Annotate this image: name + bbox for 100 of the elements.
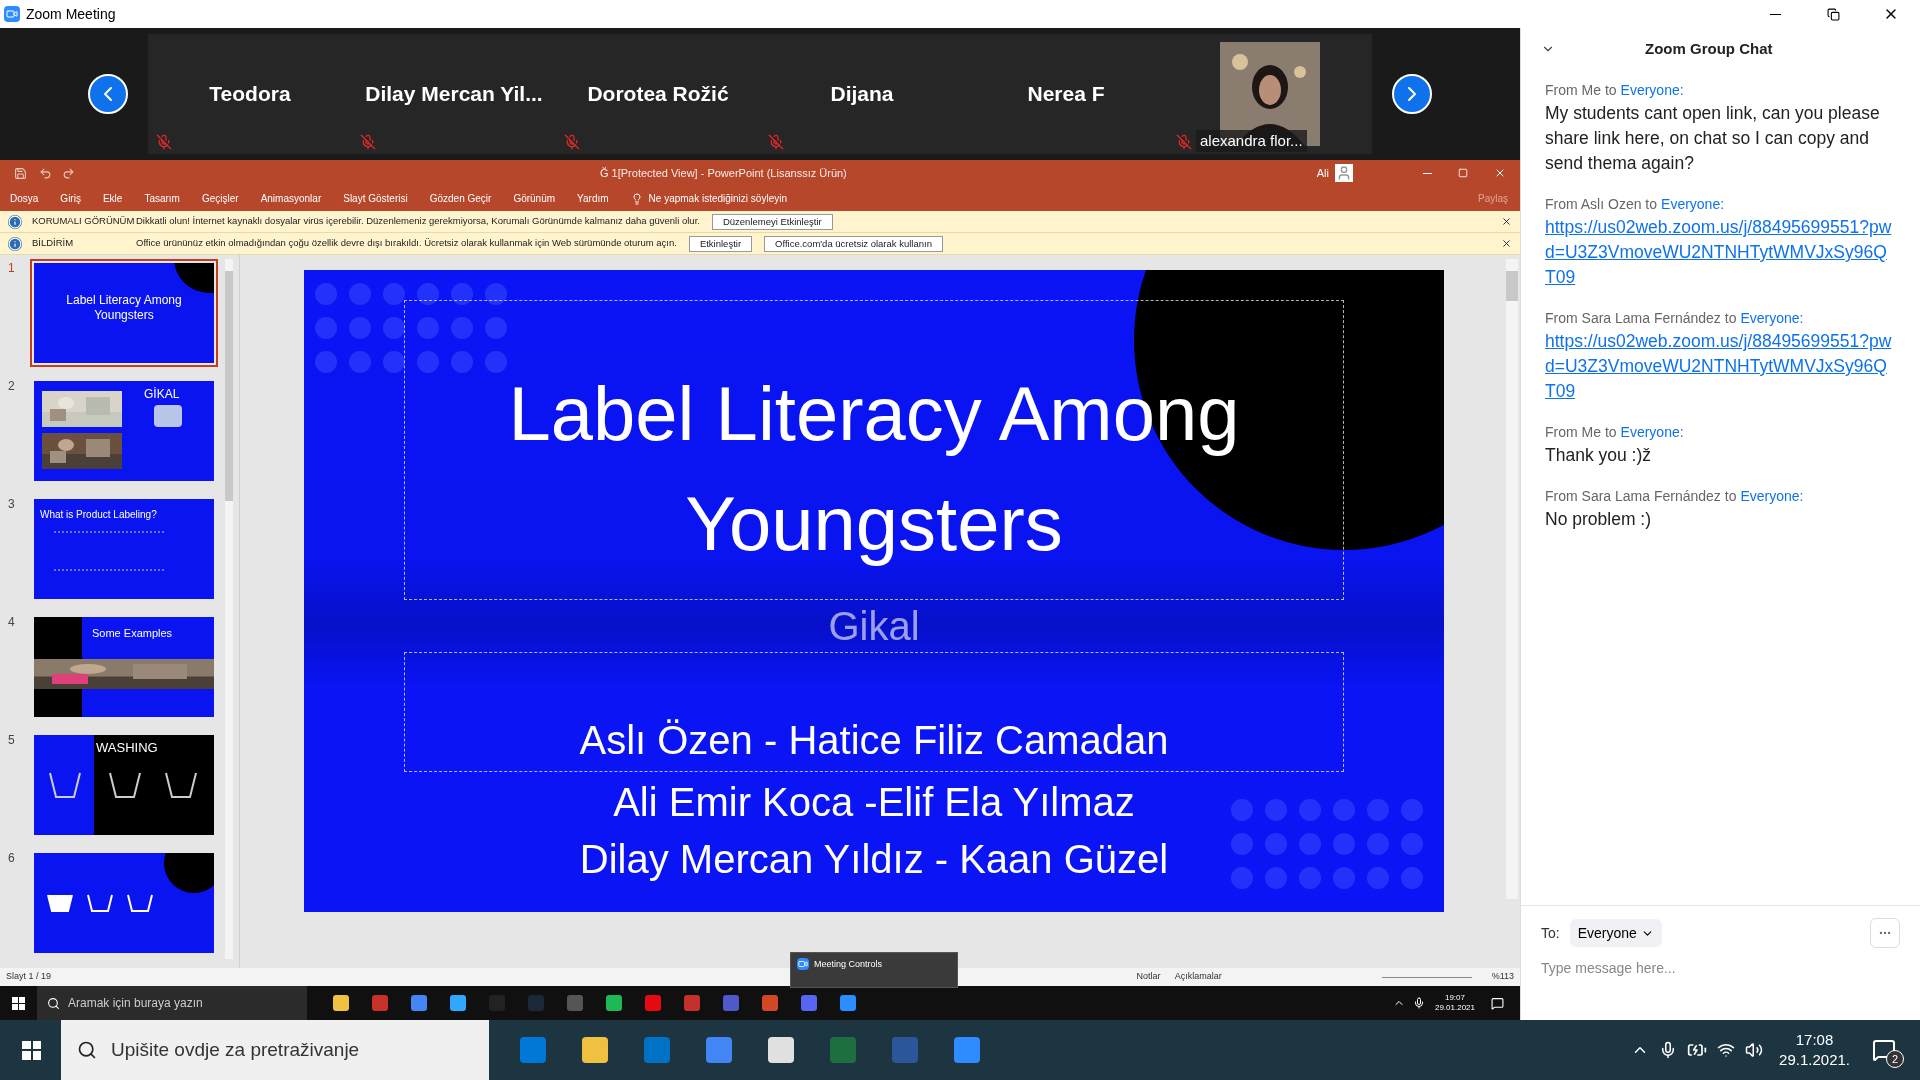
camera-icon	[797, 958, 809, 970]
info-icon	[8, 236, 22, 251]
message-sender: From Me to	[1545, 81, 1617, 100]
search-field[interactable]: Aramak için buraya yazın	[37, 986, 307, 1020]
message-text: No problem :)	[1545, 508, 1652, 531]
message-sender: From Sara Lama Fernández to	[1545, 309, 1737, 328]
restore-icon	[1826, 7, 1840, 21]
volume-icon[interactable]	[1745, 1041, 1764, 1059]
message-recipient: Everyone:	[1620, 81, 1684, 100]
menu-tab[interactable]: Yardım	[577, 191, 609, 206]
participant-name: Nerea F	[1027, 81, 1105, 108]
app-icon	[4, 6, 20, 22]
notes-button[interactable]: Notlar	[1136, 970, 1161, 984]
notice-label: BİLDİRİM	[32, 236, 75, 251]
popup-title: Meeting Controls	[814, 958, 883, 971]
message-recipient: Everyone:	[1620, 423, 1684, 442]
message-recipient: Everyone:	[1740, 309, 1804, 328]
notice-button[interactable]: Düzenlemeyi Etkinleştir	[711, 213, 833, 230]
search-placeholder: Aramak için buraya yazın	[68, 995, 203, 1012]
message-recipient: Everyone:	[1740, 487, 1804, 506]
notice-message: Office ürününüz etkin olmadığından çoğu özellik devre dışı bırakıldı. Ücretsiz olarak kullanmak için Web sürümünde oturum açın.	[136, 236, 677, 251]
slide-number: 4	[8, 614, 16, 631]
slide-subtitle: Gikal	[828, 604, 920, 648]
author-line: Ali Emir Koca -Elif Ela Yılmaz	[613, 779, 1135, 826]
undo-icon[interactable]	[39, 166, 52, 180]
to-label: To:	[1541, 923, 1560, 943]
save-icon[interactable]	[14, 166, 27, 180]
participant-tile[interactable]: Dilay Mercan Yil...	[352, 34, 556, 154]
logo-icon	[154, 405, 182, 427]
windows-icon[interactable]	[22, 1040, 41, 1060]
menu-tab[interactable]: Animasyonlar	[260, 191, 322, 206]
scrollbar[interactable]	[1506, 259, 1518, 899]
participant-tile[interactable]: Nerea F	[964, 34, 1168, 154]
participant-tile[interactable]: alexandra flor...	[1168, 34, 1372, 154]
menu-tab[interactable]: Ekle	[102, 191, 123, 206]
menu-tab[interactable]: Tasarım	[144, 191, 180, 206]
minimize-icon[interactable]	[1423, 172, 1432, 174]
thumbnail-title: What is Product Labeling?	[40, 508, 157, 522]
participant-tile[interactable]: Dijana	[760, 34, 964, 154]
wifi-icon[interactable]	[1717, 1041, 1736, 1059]
notice-button[interactable]: Etkinleştir	[688, 235, 753, 252]
clock-time: 19:07	[1444, 993, 1465, 1003]
participant-name: Teodora	[209, 81, 291, 108]
author-line: Dilay Mercan Yıldız - Kaan Güzel	[579, 836, 1169, 883]
window-title: Zoom Meeting	[26, 4, 116, 24]
microphone-icon[interactable]	[1412, 997, 1425, 1009]
close-icon[interactable]	[1501, 216, 1512, 227]
message-sender: From Sara Lama Fernández to	[1545, 487, 1737, 506]
windows-icon[interactable]	[12, 996, 25, 1010]
menu-tab[interactable]: Dosya	[10, 191, 39, 206]
search-placeholder: Upišite ovdje za pretraživanje	[111, 1037, 360, 1062]
menu-tab[interactable]: Görünüm	[513, 191, 556, 206]
notice-message: Dikkatli olun! İnternet kaynaklı dosyalar virüs içerebilir. Düzenlemeniz gerekmiyorsa, Korumalı Görünümde kalmanız daha güvenli olur.	[136, 214, 700, 229]
clock-time: 17:08	[1795, 1030, 1834, 1050]
menu-tab[interactable]: Giriş	[60, 191, 81, 206]
slide-number: 5	[8, 732, 16, 749]
message-sender: From Me to	[1545, 423, 1617, 442]
message-input[interactable]: Type message here...	[1541, 958, 1900, 979]
slide-thumbnail[interactable]: Label Literacy Among Youngsters	[30, 259, 218, 367]
recipient-dropdown[interactable]: Everyone	[1569, 919, 1662, 947]
message-text: Thank you :)ž	[1545, 444, 1653, 467]
message-link[interactable]: https://us02web.zoom.us/j/88495699551?pwd=U3Z3VmoveWU2NTNHTytWMVJxSy96QT09	[1545, 329, 1896, 404]
menu-tab[interactable]: Gözden Geçir	[429, 191, 492, 206]
clock-date: 29.01.2021	[1434, 1003, 1475, 1013]
participant-name: Dijana	[830, 81, 894, 108]
comments-button[interactable]: Açıklamalar	[1174, 970, 1222, 984]
menu-tab[interactable]: Slayt Gösterisi	[343, 191, 408, 206]
participant-name: alexandra flor...	[1196, 129, 1307, 152]
search-field[interactable]: Upišite ovdje za pretraživanje	[61, 1020, 489, 1080]
participant-tile[interactable]: Teodora	[148, 34, 352, 154]
notification-icon[interactable]	[1491, 996, 1504, 1010]
next-button[interactable]	[1392, 74, 1432, 114]
menu-tab[interactable]: Geçişler	[201, 191, 239, 206]
chat-title: Zoom Group Chat	[1645, 38, 1773, 59]
previous-button[interactable]	[88, 74, 128, 114]
clock-date: 29.1.2021.	[1779, 1050, 1850, 1070]
close-icon[interactable]	[1494, 167, 1506, 179]
maximize-icon[interactable]	[1458, 168, 1468, 178]
close-icon[interactable]	[1501, 238, 1512, 249]
notification-badge: 2	[1886, 1050, 1904, 1068]
author-line: Aslı Özen - Hatice Filiz Camadan	[579, 717, 1169, 764]
avatar-icon	[1335, 164, 1353, 182]
tell-me-field[interactable]: Ne yapmak istediğinizi söyleyin	[648, 191, 787, 206]
notice-label: KORUMALI GÖRÜNÜM	[32, 214, 132, 229]
redo-icon[interactable]	[62, 166, 75, 180]
message-text: My students cant open link, can you please share link here, on chat so I can copy and send thema again?	[1545, 102, 1881, 175]
notice-button[interactable]: Office.com'da ücretsiz olarak kullanın	[764, 235, 943, 252]
zoom-level: %113	[1491, 970, 1514, 984]
participant-name: Dorotea Rožić	[587, 81, 729, 108]
search-icon	[47, 996, 60, 1010]
info-icon	[8, 214, 22, 229]
thumbnail-title: Label Literacy Among Youngsters	[65, 293, 183, 323]
user-name: Ali	[1316, 165, 1329, 181]
scrollbar[interactable]	[225, 259, 233, 959]
slide-number: 1	[8, 260, 16, 277]
meeting-controls-popup[interactable]: Meeting Controls	[790, 952, 958, 988]
participant-tile[interactable]: Dorotea Rožić	[556, 34, 760, 154]
message-link[interactable]: https://us02web.zoom.us/j/88495699551?pwd=U3Z3VmoveWU2NTNHTytWMVJxSy96QT09	[1545, 215, 1896, 290]
lightbulb-icon	[630, 192, 643, 205]
slide-number: 6	[8, 850, 16, 867]
